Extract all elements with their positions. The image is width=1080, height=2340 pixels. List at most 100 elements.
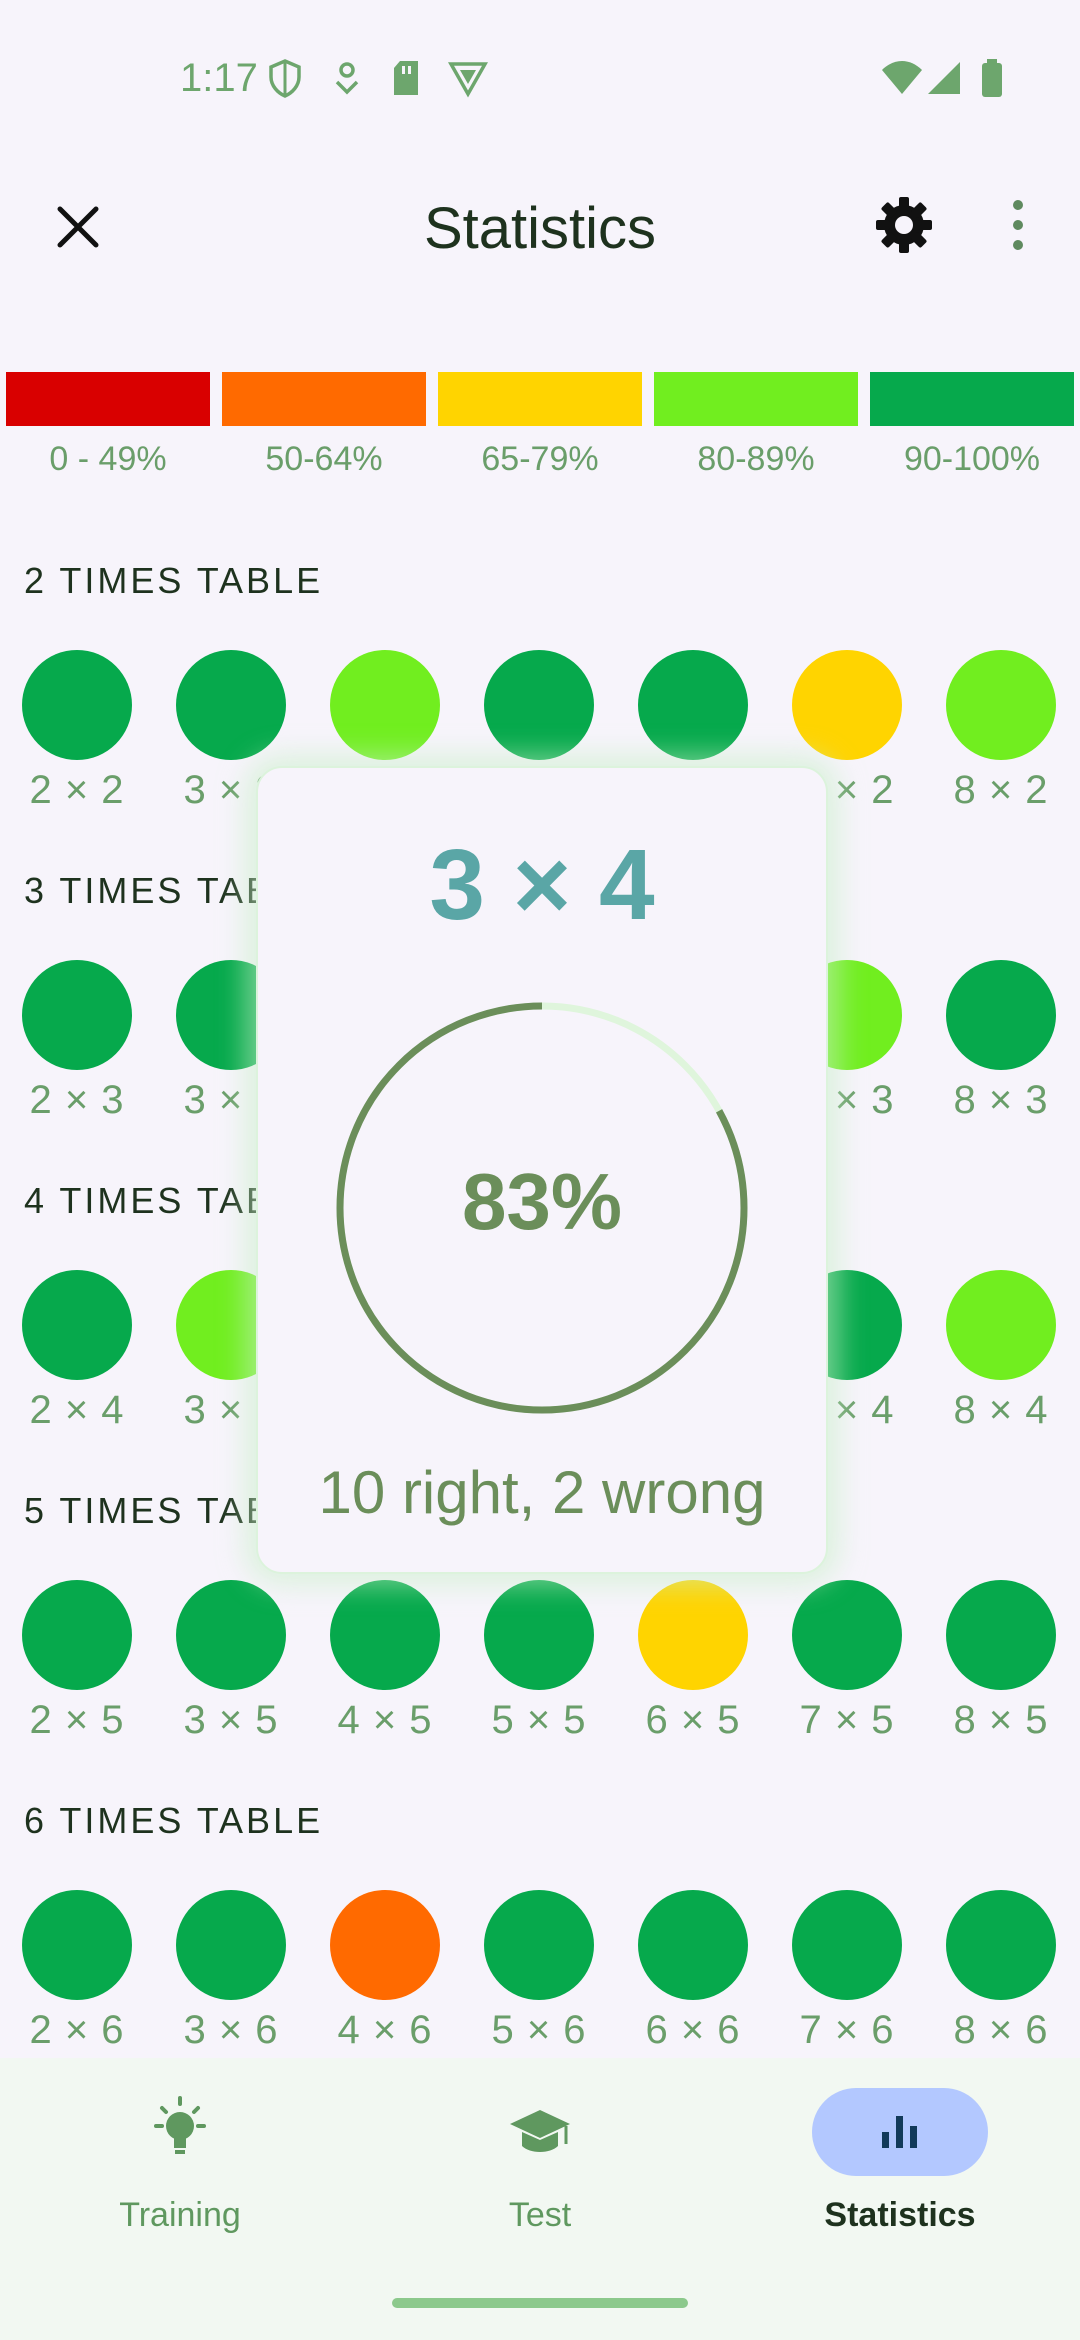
fact-cell[interactable]: 5 × 6 <box>484 1890 594 2053</box>
score-dot <box>176 1890 286 2000</box>
legend-label: 65-79% <box>481 440 599 478</box>
fact-cell[interactable]: 3 × 6 <box>176 1890 286 2053</box>
fact-cell[interactable]: 7 × 5 <box>792 1580 902 1743</box>
location-icon <box>335 62 359 95</box>
fact-cell[interactable]: 2 × 4 <box>22 1270 132 1433</box>
graduation-cap-icon <box>510 2110 570 2152</box>
score-dot <box>330 650 440 760</box>
fact-cell[interactable]: 8 × 4 <box>946 1270 1056 1433</box>
fact-label: 6 × 5 <box>645 1698 741 1742</box>
nav-training-indicator <box>92 2088 268 2176</box>
fact-label: 4 × 5 <box>337 1698 433 1742</box>
fact-cell[interactable]: 2 × 5 <box>22 1580 132 1743</box>
app-bar: Statistics <box>0 165 1080 295</box>
fact-label: 8 × 3 <box>953 1078 1049 1122</box>
score-dot <box>22 1580 132 1690</box>
fact-cell[interactable]: 2 × 3 <box>22 960 132 1123</box>
vpn-icon <box>448 62 488 98</box>
wifi-icon <box>882 61 922 94</box>
color-legend: 0 - 49% 50-64% 65-79% 80-89% 90-100% <box>0 372 1080 492</box>
legend-color-bar <box>222 372 426 426</box>
fact-label: 8 × 2 <box>953 768 1049 812</box>
score-dot <box>484 1580 594 1690</box>
fact-label: 2 × 3 <box>29 1078 125 1122</box>
nav-test-indicator <box>452 2088 628 2176</box>
score-dot <box>484 1890 594 2000</box>
fact-label: 7 × 6 <box>799 2008 895 2052</box>
score-dot <box>946 1890 1056 2000</box>
nav-test-label: Test <box>508 2196 572 2234</box>
legend-item: 0 - 49% <box>6 372 210 479</box>
legend-label: 80-89% <box>697 440 815 478</box>
fact-label: 8 × 5 <box>953 1698 1049 1742</box>
fact-label: 2 × 2 <box>29 768 125 812</box>
shield-icon <box>269 59 301 98</box>
fact-label: 5 × 6 <box>491 2008 587 2052</box>
fact-label: 5 × 5 <box>491 1698 587 1742</box>
legend-color-bar <box>870 372 1074 426</box>
legend-item: 65-79% <box>438 372 642 479</box>
fact-label: 7 × 5 <box>799 1698 895 1742</box>
fact-cell[interactable]: 5 × 5 <box>484 1580 594 1743</box>
signal-icon <box>928 62 960 94</box>
popup-percent: 83% <box>461 1157 623 1246</box>
legend-color-bar <box>438 372 642 426</box>
score-dot <box>946 960 1056 1070</box>
score-dot <box>176 1580 286 1690</box>
score-dot <box>638 1890 748 2000</box>
legend-label: 90-100% <box>903 440 1041 478</box>
legend-item: 90-100% <box>870 372 1074 479</box>
fact-label: 6 × 6 <box>645 2008 741 2052</box>
more-vert-icon[interactable] <box>1000 193 1036 257</box>
nav-statistics[interactable]: Statistics <box>750 2088 1050 2235</box>
score-dot <box>792 650 902 760</box>
nav-training[interactable]: Training <box>30 2088 330 2235</box>
fact-label: 2 × 6 <box>29 2008 125 2052</box>
legend-item: 50-64% <box>222 372 426 479</box>
popup-title: 3 × 4 <box>429 829 655 941</box>
fact-cell[interactable]: 8 × 6 <box>946 1890 1056 2053</box>
fact-cell[interactable]: 4 × 6 <box>330 1890 440 2053</box>
nav-statistics-indicator <box>812 2088 988 2176</box>
fact-cell[interactable]: 8 × 2 <box>946 650 1056 813</box>
score-dot <box>946 1270 1056 1380</box>
fact-cell[interactable]: 3 × 5 <box>176 1580 286 1743</box>
fact-label: 3 × 5 <box>183 1698 279 1742</box>
score-dot <box>484 650 594 760</box>
fact-cell[interactable]: 7 × 6 <box>792 1890 902 2053</box>
nav-statistics-label: Statistics <box>824 2196 976 2234</box>
popup-result: 10 right, 2 wrong <box>318 1459 766 1526</box>
score-dot <box>946 1580 1056 1690</box>
score-dot <box>638 1580 748 1690</box>
legend-label: 50-64% <box>265 440 383 478</box>
fact-label: 8 × 6 <box>953 2008 1049 2052</box>
fact-cell[interactable]: 8 × 3 <box>946 960 1056 1123</box>
table-title: 6 TIMES TABLE <box>24 1800 324 1841</box>
score-dot <box>22 1270 132 1380</box>
legend-item: 80-89% <box>654 372 858 479</box>
sd-card-icon <box>394 61 418 95</box>
home-indicator[interactable] <box>392 2298 688 2308</box>
fact-cell[interactable]: 2 × 2 <box>22 650 132 813</box>
fact-cell[interactable]: 6 × 6 <box>638 1890 748 2053</box>
fact-label: 2 × 4 <box>29 1388 125 1432</box>
legend-label: 0 - 49% <box>49 440 167 478</box>
battery-icon <box>982 59 1002 97</box>
score-dot <box>792 1890 902 2000</box>
nav-training-label: Training <box>119 2196 241 2234</box>
fact-label: 8 × 4 <box>953 1388 1049 1432</box>
bar-chart-icon <box>882 2116 917 2148</box>
gear-icon[interactable] <box>872 193 936 257</box>
score-dot <box>330 1890 440 2000</box>
fact-cell[interactable]: 4 × 5 <box>330 1580 440 1743</box>
fact-cell[interactable]: 2 × 6 <box>22 1890 132 2053</box>
lightbulb-icon <box>154 2096 206 2154</box>
nav-test[interactable]: Test <box>390 2088 690 2235</box>
score-dot <box>22 650 132 760</box>
fact-cell[interactable]: 8 × 5 <box>946 1580 1056 1743</box>
score-dot <box>176 650 286 760</box>
score-dot <box>946 650 1056 760</box>
fact-cell[interactable]: 6 × 5 <box>638 1580 748 1743</box>
legend-color-bar <box>654 372 858 426</box>
legend-color-bar <box>6 372 210 426</box>
